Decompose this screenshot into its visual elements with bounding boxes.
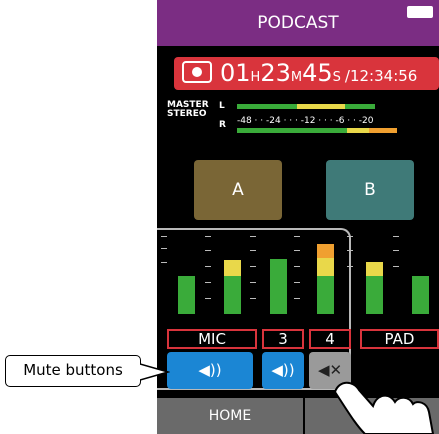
meter-pad-1-yellow — [366, 262, 383, 276]
button-b[interactable]: B — [326, 160, 414, 220]
recording-time: 01H23M45S/12:34:56 — [220, 59, 418, 87]
meter-mic-2-green — [224, 276, 241, 314]
meter-pad-2 — [412, 276, 429, 314]
mute-button-mic[interactable]: ◀)) — [167, 352, 253, 389]
meter-label-stereo: STEREO — [167, 109, 207, 119]
channel-label-mic[interactable]: MIC — [167, 329, 257, 349]
record-icon — [182, 61, 212, 83]
meter-ch4-yellow — [317, 258, 334, 276]
remaining-time: /12:34:56 — [344, 67, 418, 85]
meter-ch4-green — [317, 276, 334, 314]
master-meter: MASTER STEREO L R -48 · · -24 · · · -12 … — [167, 100, 439, 148]
channel-label-3[interactable]: 3 — [262, 329, 304, 349]
meter-mic-1 — [178, 276, 195, 314]
device-screen: PODCAST 01H23M45S/12:34:56 MASTER STEREO… — [157, 0, 439, 434]
title-bar: PODCAST — [157, 0, 439, 46]
meter-ch3 — [270, 259, 287, 314]
meter-ch4-orange — [317, 244, 334, 258]
meter-r-yellow — [347, 128, 369, 133]
meter-pad-1-green — [366, 276, 383, 314]
button-a[interactable]: A — [194, 160, 282, 220]
meter-l-yellow — [297, 104, 345, 109]
meter-channel-l: L — [219, 101, 225, 111]
hand-pointer-icon — [333, 381, 435, 434]
meter-r-orange — [369, 128, 397, 133]
meter-scale: -48 · · -24 · · · -12 · · · -6 · · -20 — [237, 116, 374, 126]
meter-channel-r: R — [219, 120, 226, 130]
tab-home[interactable]: HOME — [157, 398, 303, 434]
battery-icon — [407, 6, 433, 18]
channel-label-pad[interactable]: PAD — [360, 329, 439, 349]
meter-mic-2-yellow — [224, 260, 241, 276]
recording-status: 01H23M45S/12:34:56 — [174, 57, 439, 90]
mute-buttons-callout: Mute buttons — [5, 355, 141, 387]
page-title: PODCAST — [257, 13, 339, 33]
channel-label-4[interactable]: 4 — [309, 329, 351, 349]
mute-button-3[interactable]: ◀)) — [262, 352, 304, 389]
callout-arrow — [140, 363, 170, 381]
